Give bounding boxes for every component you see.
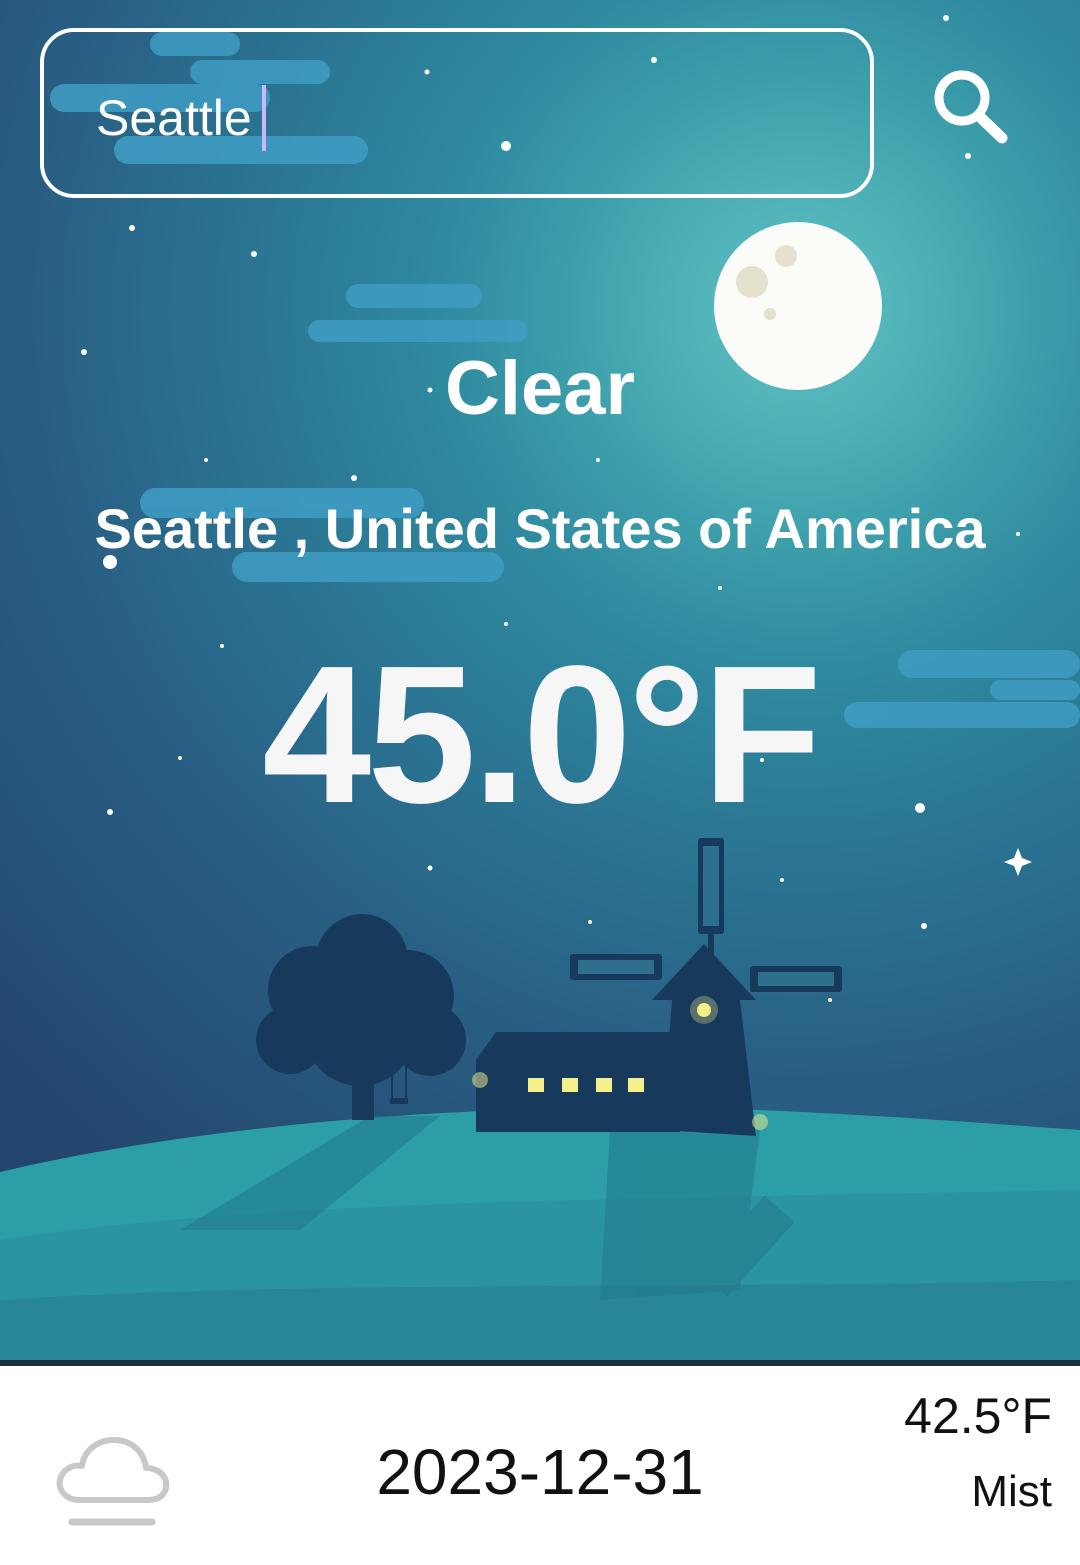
current-location: Seattle , United States of America [94, 497, 986, 560]
tree [256, 914, 466, 1120]
forecast-list-item[interactable]: 2023-12-31 42.5°F Mist [0, 1366, 1080, 1565]
city-search-input[interactable]: Seattle [40, 28, 874, 198]
search-button[interactable] [928, 66, 1012, 150]
weather-background-scene: Seattle Clear Seattle , United States of… [0, 0, 1080, 1362]
forecast-condition: Mist [971, 1467, 1052, 1516]
text-cursor [261, 84, 266, 151]
search-input-value: Seattle [96, 90, 252, 146]
windmill-house [472, 838, 842, 1136]
search-icon [934, 70, 1008, 144]
forecast-temperature: 42.5°F [904, 1388, 1052, 1444]
current-temperature: 45.0°F [262, 625, 822, 844]
current-condition: Clear [444, 346, 636, 431]
